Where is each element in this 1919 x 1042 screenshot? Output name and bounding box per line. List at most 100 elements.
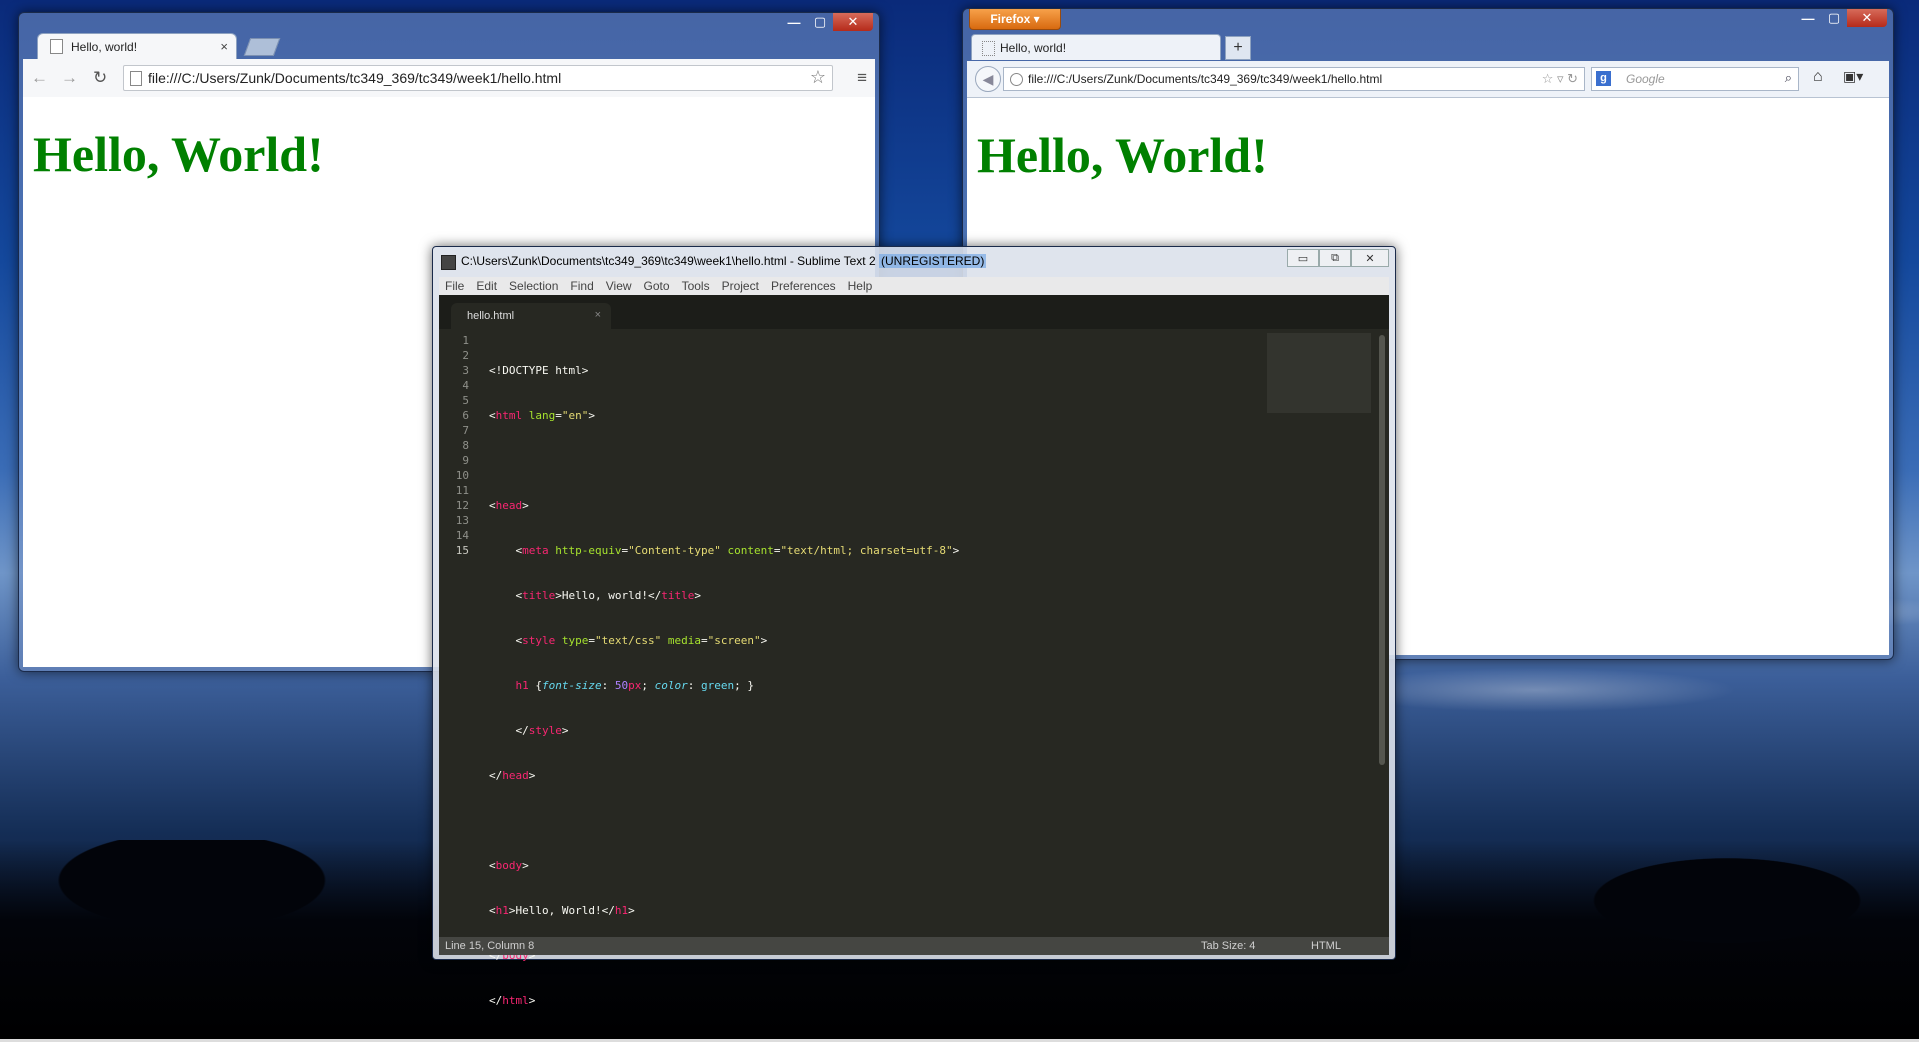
menu-project[interactable]: Project xyxy=(716,279,765,293)
menu-file[interactable]: File xyxy=(439,279,470,293)
minimize-button[interactable]: — xyxy=(1795,9,1821,27)
bookmark-star-icon[interactable]: ☆ xyxy=(810,67,826,88)
line-number: 6 xyxy=(462,409,469,422)
editor-tab[interactable]: hello.html × xyxy=(451,303,611,329)
code-line: </head> xyxy=(489,769,536,782)
new-tab-button[interactable]: + xyxy=(1225,36,1251,60)
tab-close-icon[interactable]: × xyxy=(220,39,228,54)
forward-arrow-icon[interactable]: → xyxy=(61,68,78,88)
line-number: 4 xyxy=(462,379,469,392)
menu-tools[interactable]: Tools xyxy=(676,279,716,293)
search-placeholder: Google xyxy=(1626,72,1665,86)
menu-help[interactable]: Help xyxy=(842,279,879,293)
firefox-window-controls: — ▢ ✕ xyxy=(1795,9,1887,27)
firefox-tab-title: Hello, world! xyxy=(1000,40,1067,55)
line-number: 7 xyxy=(462,424,469,437)
code-line: <html lang="en"> xyxy=(489,409,595,422)
page-icon xyxy=(130,71,142,86)
minimize-button[interactable]: ▭ xyxy=(1287,249,1319,267)
chrome-toolbar: ← → ↻ file:///C:/Users/Zunk/Documents/tc… xyxy=(23,59,875,98)
page-heading: Hello, World! xyxy=(33,126,324,182)
globe-icon xyxy=(1010,73,1023,86)
editor-tab-name: hello.html xyxy=(467,310,515,322)
sublime-menubar: File Edit Selection Find View Goto Tools… xyxy=(439,277,1389,295)
back-arrow-icon[interactable]: ← xyxy=(31,68,48,88)
chrome-tabstrip: Hello, world! × xyxy=(19,13,879,59)
minimap[interactable] xyxy=(1267,333,1371,413)
firefox-url-text: file:///C:/Users/Zunk/Documents/tc349_36… xyxy=(1028,72,1383,86)
reload-icon[interactable]: ↻ xyxy=(93,68,107,88)
code-area[interactable]: 1 2 3 4 5 6 7 8 9 10 11 12 13 14 15 <!DO… xyxy=(439,329,1389,1007)
sublime-title: C:\Users\Zunk\Documents\tc349_369\tc349\… xyxy=(461,254,987,268)
line-number: 2 xyxy=(462,349,469,362)
code-line: <meta http-equiv="Content-type" content=… xyxy=(489,544,960,557)
code-line: </style> xyxy=(489,724,569,737)
vertical-scrollbar[interactable] xyxy=(1379,335,1385,765)
menu-view[interactable]: View xyxy=(600,279,638,293)
bookmarks-icon[interactable]: ▣▾ xyxy=(1843,68,1863,85)
code-line: <!DOCTYPE html> xyxy=(489,364,589,377)
sublime-tabbar: hello.html × xyxy=(439,295,1389,329)
line-number: 14 xyxy=(455,529,469,542)
close-button[interactable]: ✕ xyxy=(1351,249,1389,267)
code-line: <body> xyxy=(489,859,529,872)
page-icon xyxy=(982,41,995,56)
sublime-editor[interactable]: hello.html × 1 2 3 4 5 6 7 8 9 10 11 12 … xyxy=(439,295,1389,1007)
firefox-tab[interactable]: Hello, world! xyxy=(971,34,1221,60)
code-line: <h1>Hello, World!</h1> xyxy=(489,904,635,917)
page-heading: Hello, World! xyxy=(977,127,1268,183)
tab-close-icon[interactable]: × xyxy=(595,309,601,321)
syntax-selector[interactable]: HTML xyxy=(1311,940,1341,952)
line-number: 9 xyxy=(462,454,469,467)
search-input[interactable]: g Google ⌕ xyxy=(1591,67,1799,91)
menu-preferences[interactable]: Preferences xyxy=(765,279,842,293)
sublime-title-path: C:\Users\Zunk\Documents\tc349_369\tc349\… xyxy=(461,254,879,268)
menu-goto[interactable]: Goto xyxy=(638,279,676,293)
sublime-statusbar: Line 15, Column 8 Tab Size: 4 HTML xyxy=(439,937,1389,955)
hamburger-menu-icon[interactable]: ≡ xyxy=(857,68,867,88)
line-number: 11 xyxy=(455,484,469,497)
page-icon xyxy=(50,39,63,54)
google-icon: g xyxy=(1596,71,1611,86)
code-line: <head> xyxy=(489,499,529,512)
line-number: 5 xyxy=(462,394,469,407)
code-line: <style type="text/css" media="screen"> xyxy=(489,634,768,647)
firefox-toolbar: ◀ file:///C:/Users/Zunk/Documents/tc349_… xyxy=(967,61,1889,98)
chrome-tab[interactable]: Hello, world! × xyxy=(37,33,237,59)
line-number: 3 xyxy=(462,364,469,377)
search-icon[interactable]: ⌕ xyxy=(1785,70,1792,86)
code-line: h1 {font-size: 50px; color: green; } xyxy=(515,679,754,692)
back-arrow-icon[interactable]: ◀ xyxy=(975,66,1001,92)
sublime-app-icon xyxy=(441,255,456,270)
menu-find[interactable]: Find xyxy=(564,279,599,293)
reload-icon[interactable]: ☆ ▿ ↻ xyxy=(1542,71,1578,87)
menu-edit[interactable]: Edit xyxy=(470,279,503,293)
home-icon[interactable]: ⌂ xyxy=(1813,68,1823,86)
chrome-url-text: file:///C:/Users/Zunk/Documents/tc349_36… xyxy=(148,70,562,86)
new-tab-button[interactable] xyxy=(243,38,281,56)
code-line: <title>Hello, world!</title> xyxy=(489,589,701,602)
firefox-menu-button[interactable]: Firefox ▾ xyxy=(969,9,1061,30)
line-number: 1 xyxy=(462,334,469,347)
line-number: 13 xyxy=(455,514,469,527)
sublime-window[interactable]: C:\Users\Zunk\Documents\tc349_369\tc349\… xyxy=(432,246,1396,1007)
source-code[interactable]: <!DOCTYPE html> <html lang="en"> <head> … xyxy=(489,333,959,1038)
line-numbers: 1 2 3 4 5 6 7 8 9 10 11 12 13 14 15 xyxy=(439,333,469,558)
line-number: 8 xyxy=(462,439,469,452)
chrome-tab-title: Hello, world! xyxy=(71,39,138,54)
cursor-position: Line 15, Column 8 xyxy=(445,940,535,952)
line-number: 12 xyxy=(455,499,469,512)
menu-selection[interactable]: Selection xyxy=(503,279,564,293)
firefox-address-bar[interactable]: file:///C:/Users/Zunk/Documents/tc349_36… xyxy=(1003,67,1585,91)
tab-size-selector[interactable]: Tab Size: 4 xyxy=(1201,940,1255,952)
maximize-button[interactable]: ▢ xyxy=(1821,9,1847,27)
unregistered-label: (UNREGISTERED) xyxy=(878,254,987,268)
close-button[interactable]: ✕ xyxy=(1847,9,1887,27)
chrome-address-bar[interactable]: file:///C:/Users/Zunk/Documents/tc349_36… xyxy=(123,65,833,91)
code-line: </html> xyxy=(489,994,536,1007)
restore-button[interactable]: ⧉ xyxy=(1319,249,1351,267)
line-number: 10 xyxy=(455,469,469,482)
line-number-current: 15 xyxy=(455,544,469,557)
